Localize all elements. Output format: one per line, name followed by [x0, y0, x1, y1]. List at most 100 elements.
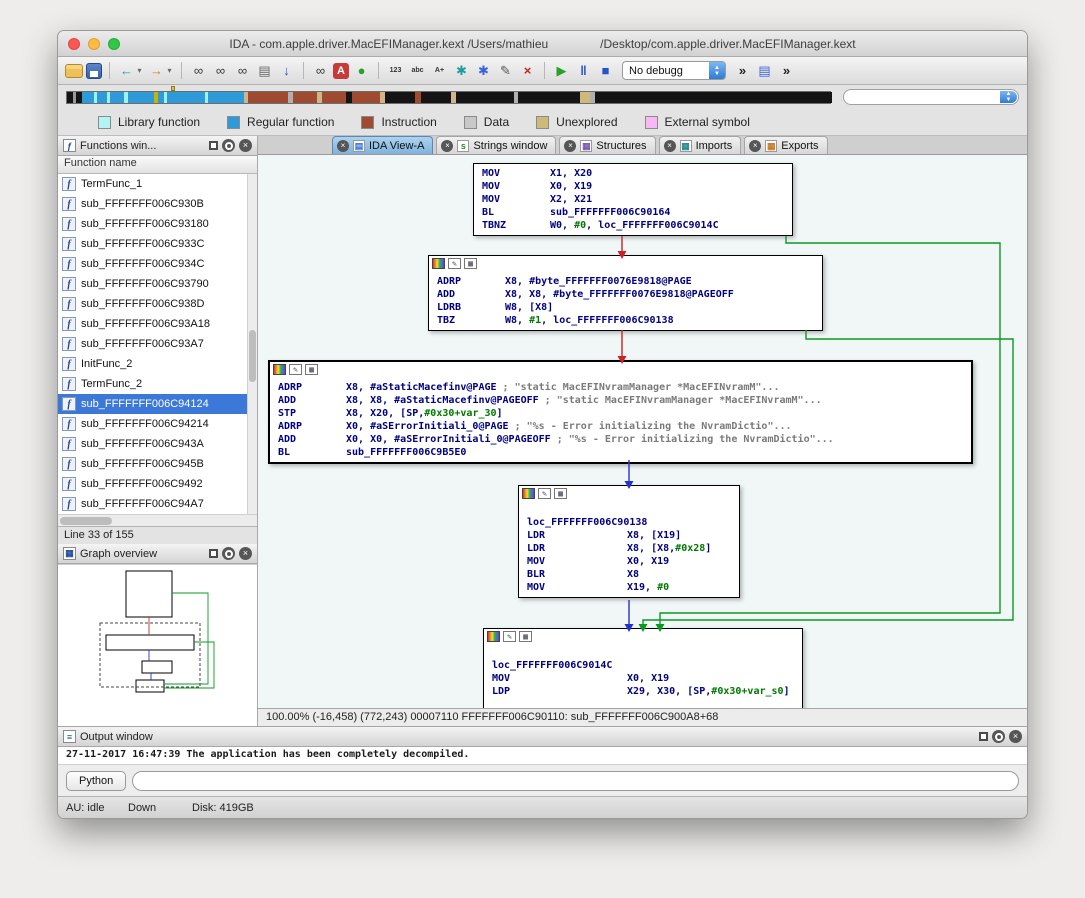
- python-cli-selector-button[interactable]: Python: [66, 771, 126, 791]
- graph-overview-minimap[interactable]: [58, 564, 257, 726]
- debugger-stop-icon[interactable]: ■: [596, 61, 615, 80]
- output-panel-titlebar[interactable]: ≡ Output window ×: [58, 727, 1027, 747]
- nav-scrollbar-stepper[interactable]: ▲▼: [1000, 91, 1017, 103]
- graph-node[interactable]: ✎▦loc_FFFFFFF006C9014CMOVX0, X19LDPX29, …: [483, 628, 803, 708]
- node-edit-icon[interactable]: ✎: [289, 364, 302, 375]
- function-list-item[interactable]: fsub_FFFFFFF006C930B: [58, 194, 257, 214]
- tab-close-icon[interactable]: ×: [749, 140, 761, 152]
- function-list-item[interactable]: fsub_FFFFFFF006C934C: [58, 254, 257, 274]
- nav-band-segment[interactable]: [248, 92, 288, 103]
- debugger-pause-icon[interactable]: ‖: [574, 61, 593, 80]
- search-strings-icon[interactable]: ∞: [311, 61, 330, 80]
- functions-close-button[interactable]: ×: [239, 139, 252, 152]
- python-cli-input[interactable]: [132, 771, 1019, 791]
- function-name-column-header[interactable]: Function name: [58, 156, 257, 174]
- create-string-icon[interactable]: abc: [408, 61, 427, 80]
- functions-ontop-button[interactable]: [222, 139, 235, 152]
- tab-close-icon[interactable]: ×: [664, 140, 676, 152]
- graph-node[interactable]: ✎▦ADRPX8, #aStaticMacefinv@PAGE ; "stati…: [268, 360, 973, 464]
- vscrollbar-thumb[interactable]: [249, 330, 256, 382]
- hscrollbar-thumb[interactable]: [60, 517, 112, 525]
- nav-band-segment[interactable]: [293, 92, 317, 103]
- search-text-icon[interactable]: ∞: [189, 61, 208, 80]
- nav-band-segment[interactable]: [595, 92, 832, 103]
- overview-viewport[interactable]: [100, 623, 200, 687]
- set-color-icon[interactable]: ●: [352, 61, 371, 80]
- node-color-icon[interactable]: [487, 631, 500, 642]
- tab-structures[interactable]: ×▦Structures: [559, 136, 655, 154]
- jump-address-icon[interactable]: ↓: [277, 61, 296, 80]
- functions-detach-button[interactable]: [209, 141, 218, 150]
- function-list-item[interactable]: fTermFunc_2: [58, 374, 257, 394]
- xrefs-to-icon[interactable]: ✱: [474, 61, 493, 80]
- function-list-item[interactable]: fsub_FFFFFFF006C933C: [58, 234, 257, 254]
- function-list-item[interactable]: fsub_FFFFFFF006C94214: [58, 414, 257, 434]
- tab-close-icon[interactable]: ×: [337, 140, 349, 152]
- graph-canvas[interactable]: MOVX1, X20MOVX0, X19MOVX2, X21BLsub_FFFF…: [258, 155, 1027, 708]
- stepper-down-icon[interactable]: ▼: [714, 71, 720, 77]
- nav-back-dropdown-icon[interactable]: ▾: [135, 61, 144, 80]
- output-log[interactable]: 27-11-2017 16:47:39 The application has …: [58, 747, 1027, 765]
- function-list-item[interactable]: fsub_FFFFFFF006C94124: [58, 394, 257, 414]
- nav-band-segment[interactable]: [97, 92, 107, 103]
- tab-exports[interactable]: ×▦Exports: [744, 136, 827, 154]
- nav-forward-dropdown-icon[interactable]: ▾: [165, 61, 174, 80]
- nav-band-segment[interactable]: [82, 92, 94, 103]
- tab-imports[interactable]: ×▦Imports: [659, 136, 742, 154]
- node-color-icon[interactable]: [432, 258, 445, 269]
- nav-band-segment[interactable]: [110, 92, 124, 103]
- nav-band-segment[interactable]: [352, 92, 380, 103]
- nav-back-icon[interactable]: ←: [117, 61, 136, 80]
- toolbar-overflow-icon[interactable]: »: [733, 61, 752, 80]
- nav-band-segment[interactable]: [322, 92, 346, 103]
- toolbar-overflow2-icon[interactable]: »: [777, 61, 796, 80]
- function-list-item[interactable]: fsub_FFFFFFF006C938D: [58, 294, 257, 314]
- edit-function-icon[interactable]: ✎: [496, 61, 515, 80]
- function-list-item[interactable]: fsub_FFFFFFF006C94A7: [58, 494, 257, 514]
- nav-band-segment[interactable]: [128, 92, 154, 103]
- xrefs-from-icon[interactable]: ✱: [452, 61, 471, 80]
- nav-forward-icon[interactable]: →: [147, 61, 166, 80]
- overview-panel-titlebar[interactable]: ▦ Graph overview ×: [58, 544, 257, 564]
- ascii-string-icon[interactable]: A: [333, 63, 349, 79]
- function-list[interactable]: fTermFunc_1fsub_FFFFFFF006C930Bfsub_FFFF…: [58, 174, 257, 514]
- node-edit-icon[interactable]: ✎: [448, 258, 461, 269]
- overview-ontop-button[interactable]: [222, 547, 235, 560]
- minimize-window-button[interactable]: [88, 38, 100, 50]
- save-icon[interactable]: [86, 63, 102, 79]
- nav-scrollbar[interactable]: ▲▼: [843, 89, 1019, 105]
- graph-node[interactable]: MOVX1, X20MOVX0, X19MOVX2, X21BLsub_FFFF…: [473, 163, 793, 236]
- search-immediate-icon[interactable]: ∞: [211, 61, 230, 80]
- function-list-item[interactable]: fInitFunc_2: [58, 354, 257, 374]
- close-window-button[interactable]: [68, 38, 80, 50]
- tab-close-icon[interactable]: ×: [441, 140, 453, 152]
- function-list-item[interactable]: fsub_FFFFFFF006C93180: [58, 214, 257, 234]
- node-xrefs-icon[interactable]: ▦: [519, 631, 532, 642]
- function-list-item[interactable]: fsub_FFFFFFF006C93790: [58, 274, 257, 294]
- overview-minimap-svg[interactable]: [58, 565, 256, 725]
- node-edit-icon[interactable]: ✎: [503, 631, 516, 642]
- debugger-select-stepper-icon[interactable]: ▲▼: [709, 62, 725, 79]
- function-list-hscrollbar[interactable]: [58, 514, 257, 526]
- overview-close-button[interactable]: ×: [239, 547, 252, 560]
- node-color-icon[interactable]: [522, 488, 535, 499]
- output-ontop-button[interactable]: [992, 730, 1005, 743]
- debugger-select[interactable]: No debugg▲▼: [622, 61, 726, 80]
- functions-panel-titlebar[interactable]: ƒ Functions win... ×: [58, 136, 257, 156]
- nav-band-segment[interactable]: [167, 92, 205, 103]
- graph-node[interactable]: ✎▦loc_FFFFFFF006C90138LDRX8, [X19]LDRX8,…: [518, 485, 740, 598]
- zoom-window-button[interactable]: [108, 38, 120, 50]
- debugger-run-icon[interactable]: ▶: [552, 61, 571, 80]
- tab-close-icon[interactable]: ×: [564, 140, 576, 152]
- node-edit-icon[interactable]: ✎: [538, 488, 551, 499]
- create-name-icon[interactable]: A+: [430, 61, 449, 80]
- function-list-item[interactable]: fsub_FFFFFFF006C943A: [58, 434, 257, 454]
- title-bar[interactable]: IDA - com.apple.driver.MacEFIManager.kex…: [58, 31, 1027, 57]
- search-binary-icon[interactable]: ∞: [233, 61, 252, 80]
- node-color-icon[interactable]: [273, 364, 286, 375]
- create-number-icon[interactable]: 123: [386, 61, 405, 80]
- print-icon[interactable]: ▤: [255, 61, 274, 80]
- function-list-item[interactable]: fTermFunc_1: [58, 174, 257, 194]
- nav-band-segment[interactable]: [518, 92, 580, 103]
- node-xrefs-icon[interactable]: ▦: [554, 488, 567, 499]
